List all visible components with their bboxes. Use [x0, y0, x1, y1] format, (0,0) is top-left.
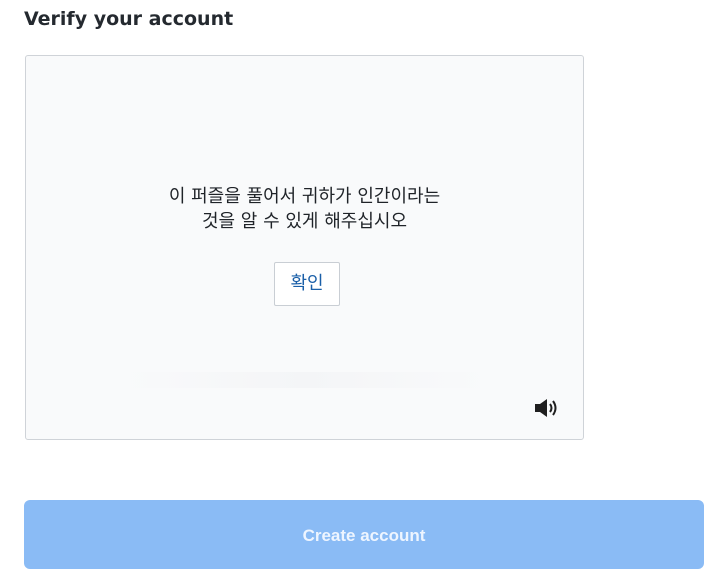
captcha-message-line-2: 것을 알 수 있게 해주십시오	[201, 211, 408, 232]
page-title: Verify your account	[24, 8, 234, 30]
captcha-frame: 이 퍼즐을 풀어서 귀하가 인간이라는 것을 알 수 있게 해주십시오 확인	[25, 55, 584, 440]
verify-page: Verify your account 이 퍼즐을 풀어서 귀하가 인간이라는 …	[0, 0, 717, 579]
audio-challenge-button[interactable]	[533, 396, 561, 420]
captcha-message-line-1: 이 퍼즐을 풀어서 귀하가 인간이라는	[168, 186, 441, 207]
speaker-icon	[535, 399, 557, 417]
captcha-placeholder-bar	[121, 372, 491, 388]
create-account-button[interactable]: Create account	[24, 500, 704, 569]
captcha-message: 이 퍼즐을 풀어서 귀하가 인간이라는 것을 알 수 있게 해주십시오	[26, 184, 583, 234]
captcha-verify-button[interactable]: 확인	[274, 262, 340, 306]
